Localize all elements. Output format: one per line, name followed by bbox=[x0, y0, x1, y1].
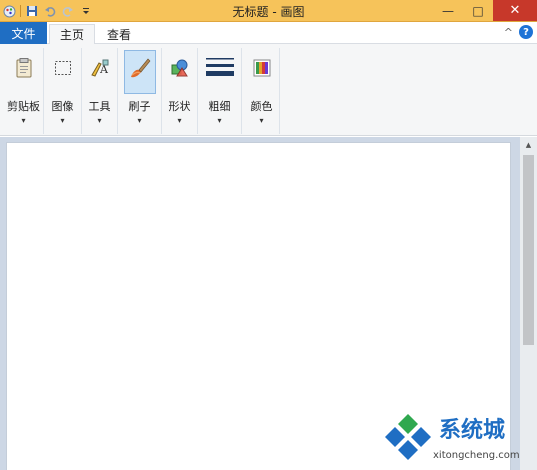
watermark-text: 系统城 bbox=[439, 418, 506, 443]
chevron-down-icon[interactable]: ▾ bbox=[177, 116, 181, 125]
shapes-icon bbox=[167, 55, 193, 81]
tab-view[interactable]: 查看 bbox=[97, 24, 141, 44]
tools-button[interactable]: A bbox=[84, 50, 116, 94]
watermark-url: xitongcheng.com bbox=[433, 450, 520, 461]
window-controls: — □ ✕ bbox=[433, 0, 537, 21]
help-icon[interactable]: ? bbox=[519, 25, 533, 39]
line-width-icon bbox=[205, 55, 235, 81]
scroll-up-icon[interactable]: ▲ bbox=[520, 137, 537, 153]
group-label: 颜色 bbox=[250, 100, 273, 113]
group-brushes[interactable]: 刷子 ▾ bbox=[118, 48, 162, 134]
ribbon-tabs: 文件 主页 查看 ^ ? bbox=[0, 22, 537, 44]
group-colors[interactable]: 颜色 ▾ bbox=[244, 48, 280, 134]
colors-button[interactable] bbox=[246, 50, 278, 94]
group-shapes[interactable]: 形状 ▾ bbox=[162, 48, 198, 134]
ribbon: 剪贴板 ▾ 图像 ▾ A 工具 ▾ 刷子 ▾ 形状 ▾ 粗细 ▾ 颜色 ▾ bbox=[0, 44, 537, 136]
group-label: 粗细 bbox=[208, 100, 231, 113]
brush-icon bbox=[127, 55, 153, 81]
chevron-down-icon[interactable]: ▾ bbox=[259, 116, 263, 125]
group-label: 剪贴板 bbox=[7, 100, 40, 113]
group-label: 刷子 bbox=[128, 100, 151, 113]
title-bar: 无标题 - 画图 — □ ✕ bbox=[0, 0, 537, 22]
group-image[interactable]: 图像 ▾ bbox=[44, 48, 82, 134]
tab-file[interactable]: 文件 bbox=[0, 22, 47, 44]
chevron-down-icon[interactable]: ▾ bbox=[60, 116, 64, 125]
maximize-button[interactable]: □ bbox=[463, 0, 493, 21]
group-label: 形状 bbox=[168, 100, 191, 113]
size-button[interactable] bbox=[203, 50, 237, 94]
group-label: 工具 bbox=[88, 100, 111, 113]
colors-icon bbox=[249, 55, 275, 81]
minimize-button[interactable]: — bbox=[433, 0, 463, 21]
image-select-icon bbox=[50, 55, 76, 81]
clipboard-icon bbox=[11, 55, 37, 81]
group-label: 图像 bbox=[51, 100, 74, 113]
ribbon-right-controls: ^ ? bbox=[504, 25, 533, 39]
scrollbar-thumb[interactable] bbox=[523, 155, 534, 345]
group-tools[interactable]: A 工具 ▾ bbox=[82, 48, 118, 134]
chevron-down-icon[interactable]: ▾ bbox=[217, 116, 221, 125]
close-button[interactable]: ✕ bbox=[493, 0, 537, 21]
watermark: 系统城 xitongcheng.com bbox=[383, 412, 533, 468]
collapse-ribbon-icon[interactable]: ^ bbox=[504, 26, 513, 39]
watermark-logo-icon bbox=[385, 414, 431, 460]
chevron-down-icon[interactable]: ▾ bbox=[137, 116, 141, 125]
brushes-button[interactable] bbox=[123, 50, 156, 94]
clipboard-button[interactable] bbox=[8, 50, 40, 94]
shapes-button[interactable] bbox=[164, 50, 196, 94]
group-size[interactable]: 粗细 ▾ bbox=[198, 48, 242, 134]
tools-icon: A bbox=[87, 55, 113, 81]
image-button[interactable] bbox=[47, 50, 79, 94]
tab-home[interactable]: 主页 bbox=[49, 24, 96, 44]
group-clipboard[interactable]: 剪贴板 ▾ bbox=[4, 48, 44, 134]
chevron-down-icon[interactable]: ▾ bbox=[97, 116, 101, 125]
chevron-down-icon[interactable]: ▾ bbox=[21, 116, 25, 125]
